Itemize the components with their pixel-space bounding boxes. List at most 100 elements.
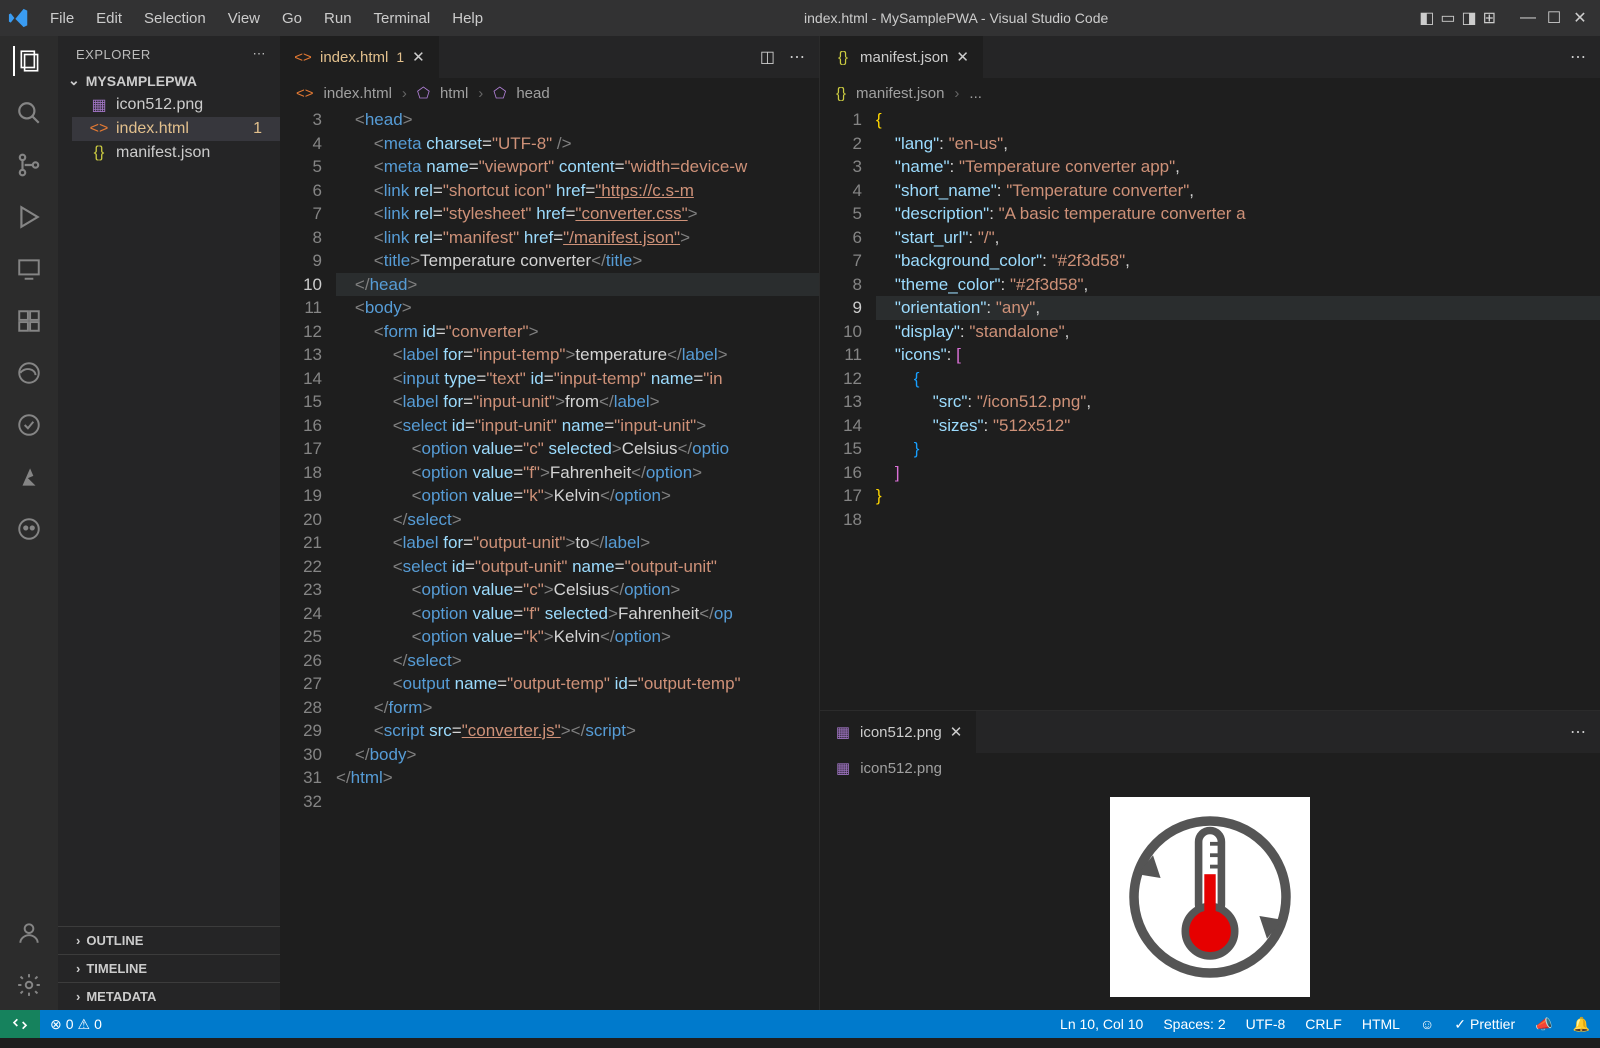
status-cursor-position[interactable]: Ln 10, Col 10 xyxy=(1050,1010,1153,1038)
layout-sidebar-right-icon[interactable]: ◨ xyxy=(1461,8,1476,28)
more-actions-icon[interactable]: ⋯ xyxy=(1570,47,1586,67)
explorer-icon[interactable] xyxy=(13,46,43,76)
warning-icon: ⚠ xyxy=(78,1016,91,1033)
file-name: index.html xyxy=(116,120,189,138)
extensions-icon[interactable] xyxy=(14,306,44,336)
chevron-right-icon: › xyxy=(76,961,80,976)
maximize-icon[interactable]: ☐ xyxy=(1542,8,1566,28)
image-file-icon: ▦ xyxy=(836,759,850,777)
tag-icon: ⬠ xyxy=(493,84,506,102)
status-indentation[interactable]: Spaces: 2 xyxy=(1153,1010,1235,1038)
status-prettier[interactable]: ✓ Prettier xyxy=(1444,1010,1525,1038)
status-bell-icon[interactable]: 🔔 xyxy=(1563,1010,1600,1038)
search-icon[interactable] xyxy=(14,98,44,128)
breadcrumb-item[interactable]: manifest.json xyxy=(856,85,944,102)
breadcrumb-left[interactable]: <> index.html › ⬠ html › ⬠ head xyxy=(280,78,819,108)
error-icon: ⊗ xyxy=(50,1016,62,1033)
image-file-icon: ▦ xyxy=(834,723,852,741)
sidebar-explorer: EXPLORER ⋯ ⌄ MYSAMPLEPWA ▦icon512.png<>i… xyxy=(58,36,280,1010)
tab-close-icon[interactable]: ✕ xyxy=(950,723,963,741)
html-file-icon: <> xyxy=(294,48,312,66)
chevron-right-icon: › xyxy=(76,933,80,948)
sidebar-section-metadata[interactable]: › METADATA xyxy=(58,982,280,1010)
status-feedback-icon[interactable]: 📣 xyxy=(1525,1010,1562,1038)
breadcrumb-item[interactable]: index.html xyxy=(324,85,392,102)
status-language[interactable]: HTML xyxy=(1352,1010,1410,1038)
split-editor-icon[interactable]: ◫ xyxy=(760,47,775,67)
tab-close-icon[interactable]: ✕ xyxy=(956,48,969,66)
more-actions-icon[interactable]: ⋯ xyxy=(1570,722,1586,742)
layout-sidebar-left-icon[interactable]: ◧ xyxy=(1419,8,1434,28)
json-file-icon: {} xyxy=(836,85,846,102)
menu-view[interactable]: View xyxy=(218,6,270,31)
file-name: icon512.png xyxy=(116,96,203,114)
sidebar-section-outline[interactable]: › OUTLINE xyxy=(58,926,280,954)
minimize-icon[interactable]: — xyxy=(1516,9,1540,27)
breadcrumb-item[interactable]: html xyxy=(440,85,468,102)
tab-label: icon512.png xyxy=(860,724,942,741)
menu-run[interactable]: Run xyxy=(314,6,362,31)
breadcrumb-item[interactable]: icon512.png xyxy=(860,760,942,777)
menu-selection[interactable]: Selection xyxy=(134,6,216,31)
status-problems[interactable]: ⊗0 ⚠0 xyxy=(40,1010,112,1038)
menu-help[interactable]: Help xyxy=(442,6,493,31)
chevron-right-icon: › xyxy=(478,85,483,102)
run-debug-icon[interactable] xyxy=(14,202,44,232)
more-actions-icon[interactable]: ⋯ xyxy=(789,47,805,67)
tab-index-html[interactable]: <> index.html 1 ✕ xyxy=(280,36,440,78)
status-copilot-icon[interactable]: ☺ xyxy=(1410,1010,1444,1038)
menu-go[interactable]: Go xyxy=(272,6,312,31)
chevron-right-icon: › xyxy=(954,85,959,102)
folder-header[interactable]: ⌄ MYSAMPLEPWA xyxy=(58,68,280,93)
testing-icon[interactable] xyxy=(14,410,44,440)
status-encoding[interactable]: UTF-8 xyxy=(1236,1010,1296,1038)
tab-icon512-png[interactable]: ▦ icon512.png ✕ xyxy=(820,711,977,753)
git-modified-count: 1 xyxy=(253,120,270,138)
menu-file[interactable]: File xyxy=(40,6,84,31)
file-tree: ▦icon512.png<>index.html1{}manifest.json xyxy=(58,93,280,165)
accounts-icon[interactable] xyxy=(14,918,44,948)
remote-explorer-icon[interactable] xyxy=(14,254,44,284)
file-item-index-html[interactable]: <>index.html1 xyxy=(72,117,280,141)
azure-icon[interactable] xyxy=(14,462,44,492)
titlebar: FileEditSelectionViewGoRunTerminalHelp i… xyxy=(0,0,1600,36)
tab-label: index.html xyxy=(320,49,388,66)
more-icon[interactable]: ⋯ xyxy=(253,46,267,62)
file-item-manifest-json[interactable]: {}manifest.json xyxy=(72,141,280,165)
tag-icon: ⬠ xyxy=(417,84,430,102)
file-name: manifest.json xyxy=(116,144,210,162)
bot-icon[interactable] xyxy=(14,514,44,544)
breadcrumb-right-bottom[interactable]: ▦ icon512.png xyxy=(820,753,1600,783)
thermometer-preview-icon xyxy=(1110,797,1310,997)
tab-manifest-json[interactable]: {} manifest.json ✕ xyxy=(820,36,984,78)
tab-modified-count: 1 xyxy=(396,49,404,65)
remote-indicator[interactable] xyxy=(0,1010,40,1038)
image-preview[interactable] xyxy=(820,783,1600,1010)
menu-bar: FileEditSelectionViewGoRunTerminalHelp xyxy=(40,6,493,31)
folder-name: MYSAMPLEPWA xyxy=(86,73,197,89)
menu-edit[interactable]: Edit xyxy=(86,6,132,31)
close-icon[interactable]: ✕ xyxy=(1568,8,1592,28)
status-eol[interactable]: CRLF xyxy=(1295,1010,1352,1038)
sidebar-section-timeline[interactable]: › TIMELINE xyxy=(58,954,280,982)
editor-group-right-top: {} manifest.json ✕ ⋯ {} manifest.json › … xyxy=(820,36,1600,710)
layout-panel-icon[interactable]: ▭ xyxy=(1440,8,1455,28)
activity-bar xyxy=(0,36,58,1010)
breadcrumb-right-top[interactable]: {} manifest.json › ... xyxy=(820,78,1600,108)
layout-controls: ◧ ▭ ◨ ⊞ xyxy=(1419,8,1496,28)
edge-icon[interactable] xyxy=(14,358,44,388)
layout-customize-icon[interactable]: ⊞ xyxy=(1483,8,1496,28)
menu-terminal[interactable]: Terminal xyxy=(364,6,441,31)
settings-gear-icon[interactable] xyxy=(14,970,44,1000)
breadcrumb-item[interactable]: head xyxy=(516,85,549,102)
tab-close-icon[interactable]: ✕ xyxy=(412,48,425,66)
code-editor-left[interactable]: 3456789101112131415161718192021222324252… xyxy=(280,108,819,1010)
breadcrumb-item[interactable]: ... xyxy=(969,85,982,102)
editor-group-right-bottom: ▦ icon512.png ✕ ⋯ ▦ icon512.png xyxy=(820,710,1600,1010)
chevron-right-icon: › xyxy=(76,989,80,1004)
window-title: index.html - MySamplePWA - Visual Studio… xyxy=(493,10,1419,26)
tab-bar-left: <> index.html 1 ✕ ◫ ⋯ xyxy=(280,36,819,78)
code-editor-right-top[interactable]: 123456789101112131415161718 { "lang": "e… xyxy=(820,108,1600,710)
source-control-icon[interactable] xyxy=(14,150,44,180)
file-item-icon512-png[interactable]: ▦icon512.png xyxy=(72,93,280,117)
